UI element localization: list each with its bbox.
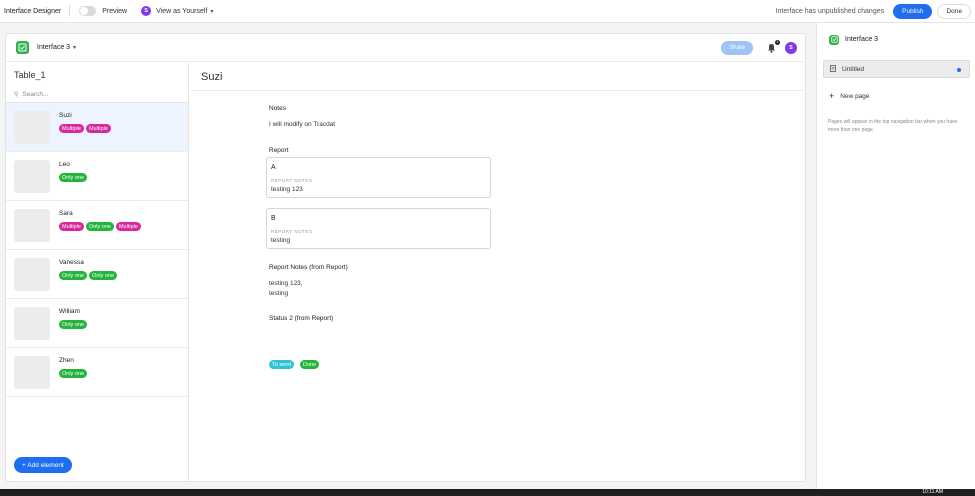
report-notes-value: testing [271, 237, 291, 244]
record-thumbnail [14, 307, 50, 340]
record-detail: Suzi Notes I will modify on Tracdat Repo… [190, 63, 805, 481]
unsaved-dot [957, 68, 961, 72]
tag-badge: Only one [85, 222, 114, 231]
list-item[interactable]: Leo Only one [6, 152, 188, 201]
publish-button[interactable]: Publish [893, 3, 933, 19]
list-item[interactable]: Suzi Multiple Multiple [6, 103, 188, 152]
plus-icon: + [829, 91, 835, 101]
report-name: A [271, 164, 276, 171]
record-name: Vanessa [59, 259, 84, 266]
report-name: B [271, 215, 276, 222]
status-label: Status 2 (from Report) [269, 315, 334, 322]
share-button[interactable]: Share [720, 40, 753, 55]
tag-badge: Only one [89, 271, 118, 280]
report-notes-label: REPORT NOTES [271, 229, 313, 234]
preview-toggle[interactable] [79, 6, 97, 16]
search-input[interactable]: ⚲ Search... [6, 87, 188, 103]
report-notes-line: testing [269, 290, 289, 297]
record-name: Suzi [59, 112, 72, 119]
app-icon [829, 34, 839, 45]
report-notes-line: testing 123, [269, 280, 303, 287]
new-page-label: New page [840, 92, 870, 100]
status-badge: To send [269, 360, 295, 369]
search-placeholder: Search... [22, 91, 49, 98]
divider [69, 5, 71, 17]
report-notes-field-label: Report Notes (from Report) [269, 264, 348, 271]
report-card[interactable]: B REPORT NOTES testing [266, 208, 491, 249]
page-item-untitled[interactable]: Untitled [823, 60, 970, 78]
notification-badge: 1 [775, 39, 780, 45]
tag-badge: Only one [59, 369, 88, 378]
user-avatar[interactable]: S [785, 41, 797, 54]
tag-badge: Multiple [59, 124, 84, 133]
view-as-dropdown[interactable]: View as Yourself [156, 8, 207, 15]
tag-badge: Multiple [85, 124, 111, 133]
chevron-down-icon[interactable]: ▾ [210, 8, 213, 15]
report-notes-value: testing 123 [271, 186, 303, 193]
tag-badge: Multiple [59, 222, 84, 231]
unpublished-status: Interface has unpublished changes [775, 7, 885, 15]
tag-badge: Only one [59, 320, 88, 329]
record-thumbnail [14, 356, 50, 389]
page-label: Untitled [842, 65, 865, 73]
record-tags: Multiple Multiple [59, 124, 111, 133]
app-title: Interface Designer [4, 7, 62, 15]
record-tags: Only one Only one [59, 271, 118, 280]
avatar-initial: S [144, 8, 148, 14]
tag-badge: Only one [59, 271, 88, 280]
top-bar: Interface Designer Preview S View as You… [0, 0, 975, 23]
user-initial: S [789, 44, 793, 51]
record-tags: Multiple Only one Multiple [59, 222, 141, 231]
taskbar: 10:11 AM [0, 489, 975, 496]
chevron-down-icon[interactable]: ▾ [73, 44, 76, 51]
record-title: Suzi [190, 63, 805, 91]
add-element-button[interactable]: + Add element [14, 457, 72, 473]
notes-value: I will modify on Tracdat [269, 121, 336, 128]
report-label: Report [269, 147, 289, 154]
status-badge: Done [300, 360, 320, 369]
bell-icon[interactable]: 1 [767, 39, 780, 53]
table-title: Table_1 [14, 70, 46, 80]
search-icon: ⚲ [14, 92, 19, 98]
report-card[interactable]: A REPORT NOTES testing 123 [266, 157, 491, 198]
page-icon [830, 64, 836, 74]
canvas-header: Interface 3 ▾ Share 1 S [6, 34, 805, 62]
record-list: Table_1 ⚲ Search... Suzi Multiple Multiple… [6, 63, 189, 481]
pages-panel-header: Interface 3 [817, 23, 975, 56]
record-name: William [59, 308, 80, 315]
record-thumbnail [14, 209, 50, 242]
interface-title: Interface 3 [845, 36, 879, 43]
done-button[interactable]: Done [937, 3, 971, 19]
record-name: Zhen [59, 357, 74, 364]
interface-name[interactable]: Interface 3 [37, 44, 70, 51]
pages-help-text: Pages will appear in the top navigation … [828, 119, 958, 133]
record-name: Sara [59, 210, 73, 217]
report-notes-label: REPORT NOTES [271, 178, 313, 183]
tag-badge: Only one [59, 173, 88, 182]
record-thumbnail [14, 258, 50, 291]
preview-label: Preview [102, 7, 128, 15]
notes-label: Notes [269, 105, 286, 112]
new-page-button[interactable]: + New page [829, 91, 870, 101]
app-icon [16, 41, 29, 54]
record-tags: Only one [59, 369, 88, 378]
record-thumbnail [14, 160, 50, 193]
tag-badge: Multiple [115, 222, 141, 231]
record-thumbnail [14, 111, 50, 144]
list-item[interactable]: Vanessa Only one Only one [6, 250, 188, 299]
record-name: Leo [59, 161, 70, 168]
clock: 10:11 AM [922, 489, 943, 495]
list-item[interactable]: Sara Multiple Only one Multiple [6, 201, 188, 250]
interface-canvas: Interface 3 ▾ Share 1 S Table_1 ⚲ Search… [5, 33, 806, 482]
record-tags: Only one [59, 173, 88, 182]
list-item[interactable]: William Only one [6, 299, 188, 348]
list-item[interactable]: Zhen Only one [6, 348, 188, 397]
pages-panel: Interface 3 Untitled + New page Pages wi… [816, 23, 975, 489]
avatar[interactable]: S [141, 6, 152, 16]
record-tags: Only one [59, 320, 88, 329]
